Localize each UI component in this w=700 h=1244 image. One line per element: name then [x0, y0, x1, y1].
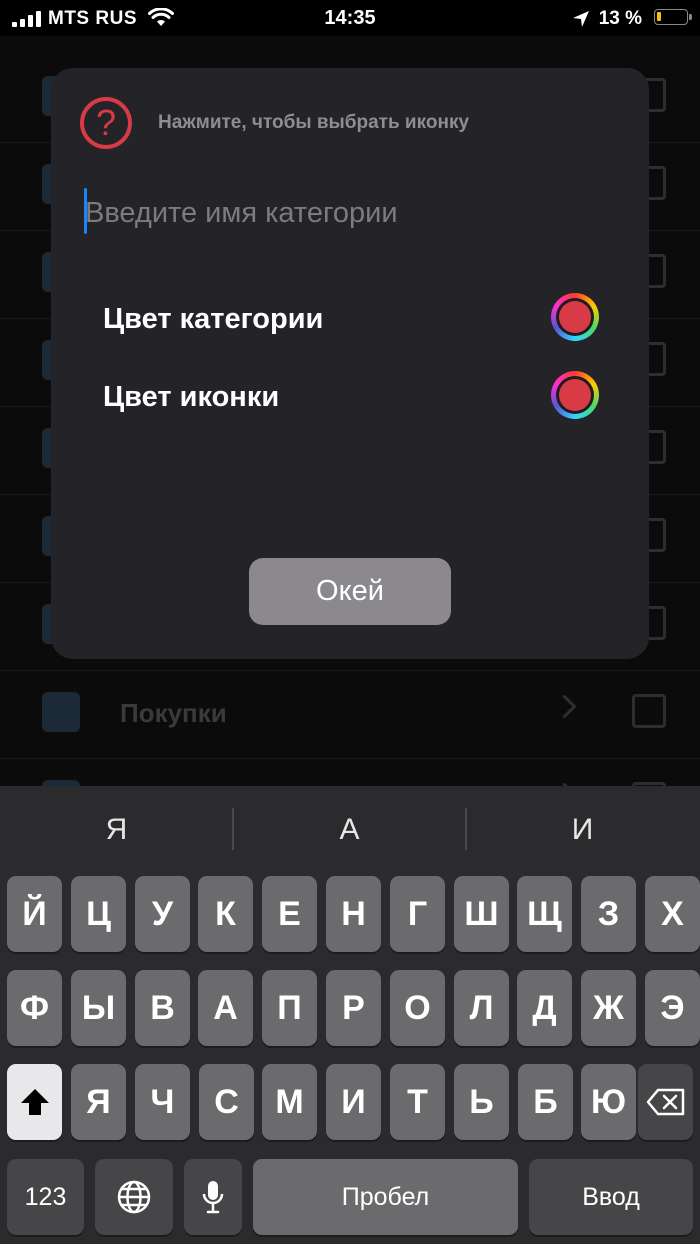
key-letter[interactable]: Р [326, 970, 381, 1046]
suggestion-1[interactable]: Я [0, 786, 233, 874]
backspace-icon [646, 1088, 684, 1116]
key-letter[interactable]: Г [390, 876, 445, 952]
icon-color-row[interactable]: Цвет иконки [103, 371, 603, 421]
category-color-row[interactable]: Цвет категории [103, 293, 603, 343]
microphone-key[interactable] [184, 1159, 242, 1235]
new-category-dialog: ? Нажмите, чтобы выбрать иконку Цвет кат… [51, 68, 649, 659]
space-key[interactable]: Пробел [253, 1159, 518, 1235]
status-bar: MTS RUS 14:35 13 % [0, 0, 700, 36]
category-list-item: Покупки [0, 670, 700, 759]
key-letter[interactable]: П [262, 970, 317, 1046]
key-letter[interactable]: Х [645, 876, 700, 952]
icon-color-picker[interactable] [551, 371, 599, 419]
status-time: 14:35 [324, 7, 376, 29]
shift-key[interactable] [7, 1064, 62, 1140]
suggestion-2[interactable]: А [233, 786, 466, 874]
key-letter[interactable]: Э [645, 970, 700, 1046]
globe-icon [117, 1180, 151, 1214]
key-letter[interactable]: В [135, 970, 190, 1046]
shift-arrow-icon [20, 1089, 49, 1115]
ok-button[interactable]: Окей [249, 558, 451, 625]
key-letter[interactable]: Щ [517, 876, 572, 952]
key-letter[interactable]: Ч [135, 1064, 190, 1140]
choose-icon-hint[interactable]: Нажмите, чтобы выбрать иконку [158, 112, 469, 134]
key-letter[interactable]: Д [517, 970, 572, 1046]
category-icon [42, 692, 80, 732]
key-letter[interactable]: К [198, 876, 253, 952]
key-letter[interactable]: Ы [71, 970, 126, 1046]
question-mark-icon[interactable]: ? [80, 97, 132, 149]
key-letter[interactable]: Ц [71, 876, 126, 952]
category-color-label: Цвет категории [103, 303, 324, 335]
key-letter[interactable]: Ш [454, 876, 509, 952]
key-letter[interactable]: Ф [7, 970, 62, 1046]
keyboard: Я А И 123 Пробел Ввод ЙЦУКЕНГШЩЗХФЫВАПРО… [0, 786, 700, 1244]
key-letter[interactable]: Л [454, 970, 509, 1046]
category-label: Покупки [120, 698, 227, 728]
category-color-swatch [559, 301, 591, 333]
backspace-key[interactable] [638, 1064, 693, 1140]
key-letter[interactable]: Е [262, 876, 317, 952]
key-letter[interactable]: Ж [581, 970, 636, 1046]
key-letter[interactable]: С [199, 1064, 254, 1140]
key-letter[interactable]: М [262, 1064, 317, 1140]
microphone-icon [202, 1181, 224, 1214]
key-letter[interactable]: Я [71, 1064, 126, 1140]
key-letter[interactable]: Ь [454, 1064, 509, 1140]
key-letter[interactable]: О [390, 970, 445, 1046]
return-key[interactable]: Ввод [529, 1159, 693, 1235]
key-letter[interactable]: Б [518, 1064, 573, 1140]
key-letter[interactable]: З [581, 876, 636, 952]
battery-icon [654, 9, 692, 25]
numbers-key[interactable]: 123 [7, 1159, 84, 1235]
chevron-right-icon [552, 694, 577, 719]
key-letter[interactable]: Й [7, 876, 62, 952]
key-letter[interactable]: А [198, 970, 253, 1046]
suggestion-3[interactable]: И [466, 786, 699, 874]
category-name-input[interactable] [85, 188, 615, 238]
key-letter[interactable]: Ю [581, 1064, 636, 1140]
battery-level [657, 12, 661, 21]
key-letter[interactable]: И [326, 1064, 381, 1140]
globe-key[interactable] [95, 1159, 173, 1235]
location-icon [573, 11, 589, 27]
battery-percent: 13 % [598, 8, 642, 29]
key-letter[interactable]: Н [326, 876, 381, 952]
category-color-picker[interactable] [551, 293, 599, 341]
icon-color-swatch [559, 379, 591, 411]
key-letter[interactable]: Т [390, 1064, 445, 1140]
icon-color-label: Цвет иконки [103, 381, 280, 413]
edit-icon [632, 694, 666, 728]
key-letter[interactable]: У [135, 876, 190, 952]
